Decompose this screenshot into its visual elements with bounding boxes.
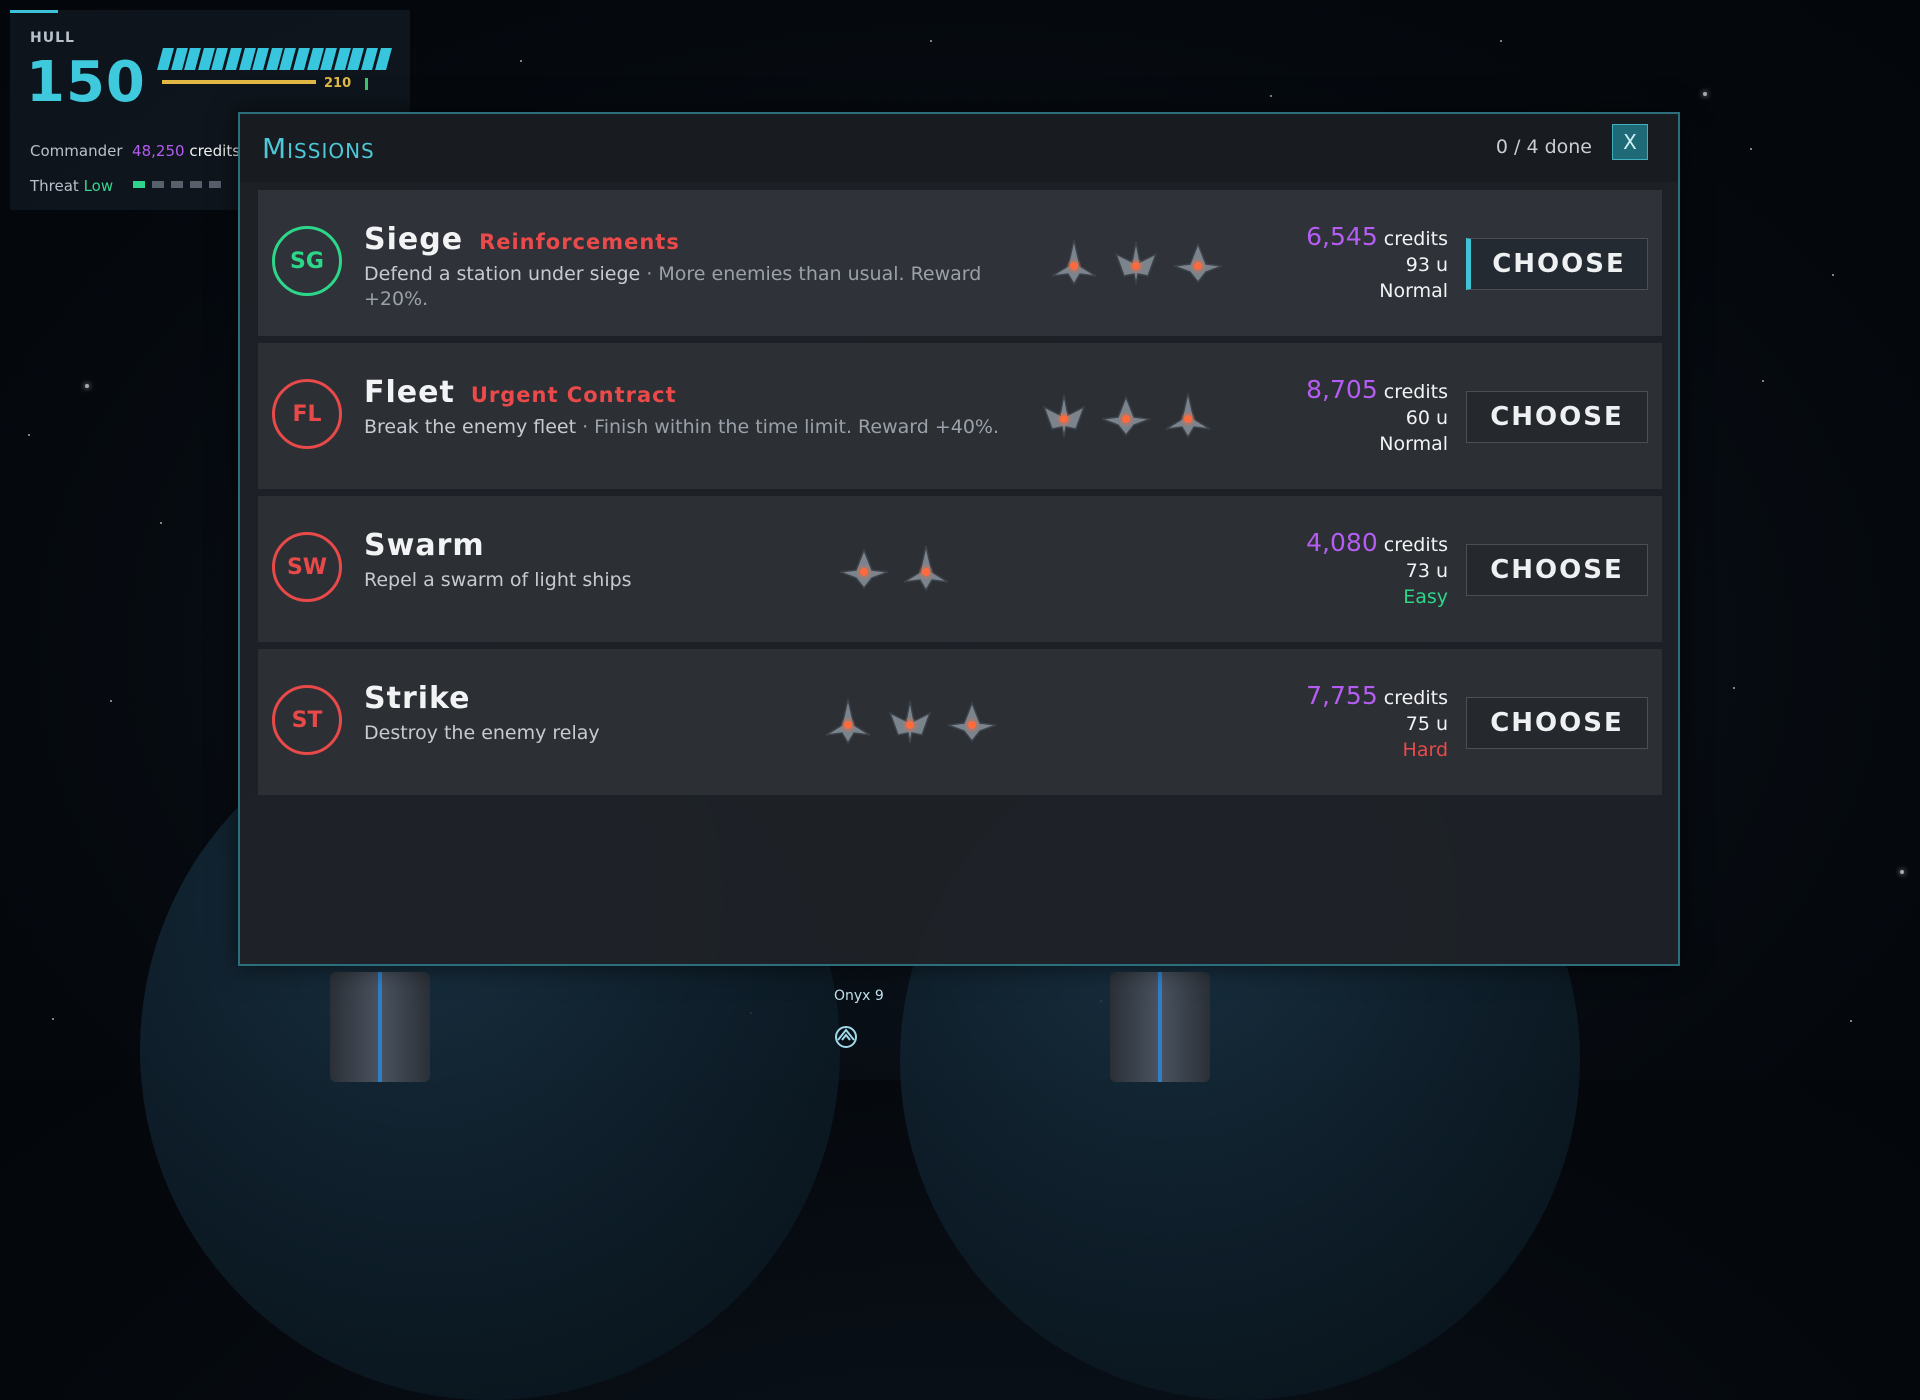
enemy-ships [822, 695, 998, 747]
hud-accent-line [10, 10, 58, 13]
mission-badge: ST [272, 685, 342, 755]
planet-icon[interactable] [833, 1024, 859, 1050]
mission-description: Defend a station under siege · More enem… [364, 262, 1004, 312]
hull-label: HULL [30, 30, 75, 46]
choose-button[interactable]: CHOOSE [1466, 544, 1648, 596]
commander-info: Commander 48,250 credits [30, 142, 240, 160]
close-button[interactable]: X [1612, 124, 1648, 160]
reward-units: 75 u [1405, 713, 1448, 735]
threat-segment [209, 181, 221, 188]
enemy-ship-icon [1172, 236, 1224, 288]
reward-units: 73 u [1405, 560, 1448, 582]
reward-credits: 8,705 [1306, 375, 1378, 404]
mission-row[interactable]: SG Siege Reinforcements Defend a station un… [258, 190, 1662, 336]
enemy-ships [1038, 389, 1214, 441]
enemy-ship-icon [900, 542, 952, 594]
enemy-ship-icon [1110, 236, 1162, 288]
mission-objective: Repel a swarm of light ships [364, 569, 632, 591]
threat-segment [171, 181, 183, 188]
mission-name: Fleet Urgent Contract [364, 375, 677, 410]
mission-reward: 8,705 credits 60 u Normal [1306, 377, 1448, 457]
mission-difficulty: Normal [1379, 280, 1448, 302]
reward-credits-label: credits [1383, 228, 1448, 250]
mission-row[interactable]: SW Swarm Repel a swarm of light ships 4,080… [258, 496, 1662, 642]
enemy-ship-icon [1038, 389, 1090, 441]
hull-value: 150 [26, 50, 146, 115]
threat-segment [133, 181, 145, 188]
enemy-ship-icon [1048, 236, 1100, 288]
threat-segment [152, 181, 164, 188]
mission-name: Siege Reinforcements [364, 222, 680, 257]
choose-button[interactable]: CHOOSE [1466, 391, 1648, 443]
choose-button[interactable]: CHOOSE [1466, 238, 1648, 290]
hull-max-bar [162, 80, 316, 84]
missions-progress: 0 / 4 done [1495, 136, 1592, 158]
enemy-ships [838, 542, 952, 594]
enemy-ship-icon [884, 695, 936, 747]
background-ship-right [1110, 972, 1210, 1082]
mission-difficulty: Normal [1379, 433, 1448, 455]
mission-badge: FL [272, 379, 342, 449]
enemy-ship-icon [838, 542, 890, 594]
threat-segment [190, 181, 202, 188]
reward-credits: 7,755 [1306, 681, 1378, 710]
planet-name: Onyx 9 [834, 988, 884, 1004]
reward-units: 60 u [1405, 407, 1448, 429]
mission-title: Strike [364, 681, 471, 716]
mission-objective: Destroy the enemy relay [364, 722, 600, 744]
mission-row[interactable]: FL Fleet Urgent Contract Break the enemy fl… [258, 343, 1662, 489]
mission-reward: 6,545 credits 93 u Normal [1306, 224, 1448, 304]
mission-difficulty: Hard [1402, 739, 1448, 761]
mission-modifier-tag: Reinforcements [479, 230, 680, 254]
mission-description: Break the enemy fleet · Finish within th… [364, 415, 1004, 440]
hull-max-value: 210 [324, 76, 352, 91]
choose-button[interactable]: CHOOSE [1466, 697, 1648, 749]
mission-title: Swarm [364, 528, 485, 563]
mission-badge: SG [272, 226, 342, 296]
reward-credits-label: credits [1383, 534, 1448, 556]
reward-credits-label: credits [1383, 381, 1448, 403]
background-ship-left [330, 972, 430, 1082]
reward-credits: 6,545 [1306, 222, 1378, 251]
mission-objective: Break the enemy fleet [364, 416, 577, 438]
hull-bar [157, 48, 392, 70]
dialog-header: Missions 0 / 4 done X [240, 114, 1678, 182]
reward-units: 93 u [1405, 254, 1448, 276]
mission-reward: 7,755 credits 75 u Hard [1306, 683, 1448, 763]
mission-reward: 4,080 credits 73 u Easy [1306, 530, 1448, 610]
commander-label: Commander [30, 142, 123, 160]
credits-value: 48,250 [132, 142, 185, 160]
dialog-title: Missions [262, 132, 375, 165]
threat-level: Low [83, 177, 114, 195]
threat-label: Threat [30, 177, 79, 195]
threat-info: Threat Low [30, 177, 113, 195]
mission-modifier-tag: Urgent Contract [470, 383, 677, 407]
mission-objective: Defend a station under siege [364, 263, 641, 285]
mission-title: Fleet [364, 375, 455, 410]
enemy-ship-icon [946, 695, 998, 747]
reward-credits: 4,080 [1306, 528, 1378, 557]
mission-badge: SW [272, 532, 342, 602]
mission-title: Siege [364, 222, 464, 257]
enemy-ship-icon [822, 695, 874, 747]
mission-name: Swarm [364, 528, 485, 563]
mission-row[interactable]: ST Strike Destroy the enemy relay 7,755 cre… [258, 649, 1662, 795]
missions-dialog: Missions 0 / 4 done X SG Siege Reinforceme… [238, 112, 1680, 966]
mission-modifier-text: · Finish within the time limit. Reward +… [582, 416, 1000, 438]
enemy-ships [1048, 236, 1224, 288]
mission-name: Strike [364, 681, 471, 716]
hull-marker [365, 78, 368, 90]
mission-difficulty: Easy [1403, 586, 1448, 608]
reward-credits-label: credits [1383, 687, 1448, 709]
credits-label: credits [189, 142, 241, 160]
enemy-ship-icon [1162, 389, 1214, 441]
enemy-ship-icon [1100, 389, 1152, 441]
